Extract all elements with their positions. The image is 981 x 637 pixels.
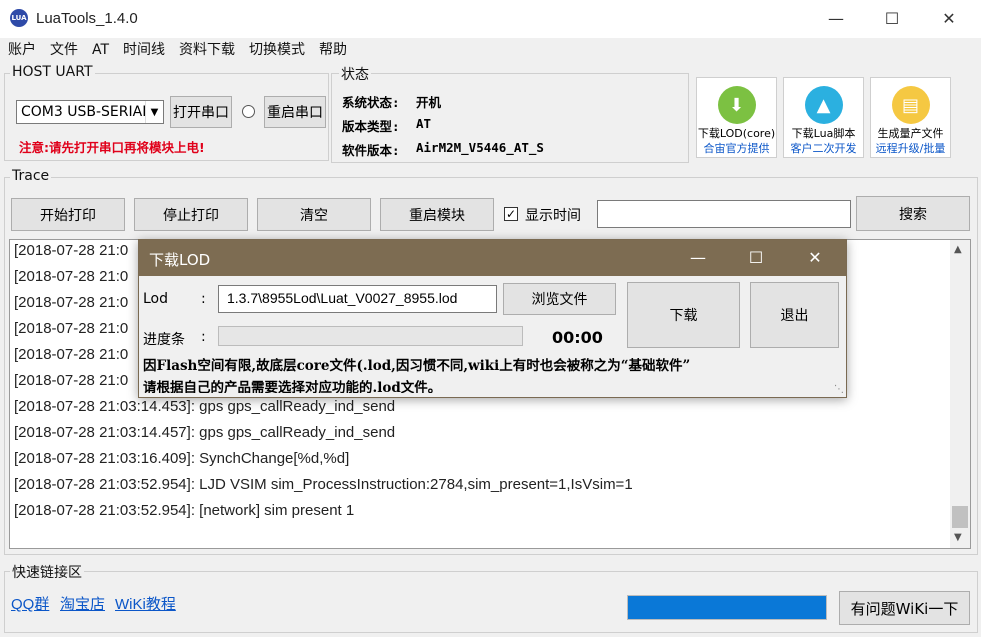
chevron-down-icon[interactable]: ▼ — [145, 101, 163, 123]
download-lod-sublabel: 合宙官方提供 — [703, 142, 770, 155]
menu-timeline[interactable]: 时间线 — [115, 38, 171, 62]
dialog-progress-bar — [218, 326, 523, 346]
menu-bar: 账户 文件 AT 时间线 资料下载 切换模式 帮助 — [0, 38, 981, 62]
document-icon: ▤ — [891, 86, 930, 124]
resize-grip-icon[interactable]: ⋱ — [834, 384, 844, 395]
wiki-link[interactable]: WiKi教程 — [115, 593, 176, 614]
progress-label: 进度条 — [143, 332, 185, 348]
restart-port-button[interactable]: 重启串口 — [264, 96, 326, 128]
taobao-link[interactable]: 淘宝店 — [60, 593, 105, 614]
host-uart-label: HOST UART — [10, 64, 95, 80]
status-value-system: 开机 — [416, 95, 442, 110]
status-value-software: AirM2M_V5446_AT_S — [416, 140, 544, 155]
log-line: [2018-07-28 21:03:52.954]: [network] sim… — [14, 502, 355, 519]
dialog-note: 因Flash空间有限,故底层core文件(.lod,因习惯不同,wiki上有时也… — [143, 355, 843, 393]
menu-file[interactable]: 文件 — [42, 38, 84, 62]
download-lod-button[interactable]: ⬇ 下载LOD(core) 合宙官方提供 — [696, 77, 777, 158]
restart-module-button[interactable]: 重启模块 — [380, 198, 494, 231]
lod-colon: : — [201, 291, 206, 307]
menu-switch-mode[interactable]: 切换模式 — [241, 38, 311, 62]
menu-account[interactable]: 账户 — [0, 38, 42, 62]
trace-label: Trace — [10, 168, 52, 184]
port-radio[interactable] — [242, 105, 255, 118]
dialog-note-line: 请根据自己的产品需要选择对应功能的.lod文件。 — [143, 380, 442, 393]
download-lod-label: 下载LOD(core) — [697, 127, 776, 140]
dialog-close-icon[interactable]: ✕ — [786, 240, 844, 276]
dialog-title: 下载LOD — [149, 251, 211, 269]
download-timer: 00:00 — [552, 328, 603, 347]
clear-button[interactable]: 清空 — [257, 198, 371, 231]
log-line: [2018-07-28 21:03:52.954]: LJD VSIM sim_… — [14, 476, 633, 493]
quick-links-label: 快速链接区 — [10, 562, 84, 582]
minimize-icon[interactable]: — — [808, 0, 864, 38]
download-button[interactable]: 下载 — [627, 282, 740, 348]
dialog-minimize-icon[interactable]: — — [669, 240, 727, 276]
show-time-checkbox[interactable]: ✓ — [504, 207, 518, 221]
start-print-button[interactable]: 开始打印 — [11, 198, 125, 231]
dialog-note-line: 因Flash空间有限,故底层core文件(.lod,因习惯不同,wiki上有时也… — [143, 358, 691, 374]
app-logo-icon: LUA — [10, 9, 28, 27]
progress-colon: : — [201, 329, 206, 345]
generate-production-sublabel: 远程升级/批量 — [875, 142, 946, 155]
download-lua-sublabel: 客户二次开发 — [790, 142, 857, 155]
lod-path-input[interactable]: 1.3.7\8955Lod\Luat_V0027_8955.lod — [218, 285, 497, 313]
wiki-help-button[interactable]: 有问题WiKi一下 — [839, 591, 970, 625]
scroll-up-icon[interactable]: ▲ — [954, 244, 962, 255]
maximize-icon[interactable]: ☐ — [864, 0, 920, 38]
port-select-value: COM3 USB-SERIAL — [21, 104, 150, 120]
search-button[interactable]: 搜索 — [856, 196, 970, 231]
window-title: LuaTools_1.4.0 — [36, 10, 138, 27]
download-lua-button[interactable]: ▲ 下载Lua脚本 客户二次开发 — [783, 77, 864, 158]
show-time-label: 显示时间 — [525, 208, 581, 224]
script-upload-icon: ▲ — [804, 86, 843, 124]
search-input[interactable] — [597, 200, 851, 228]
generate-production-label: 生成量产文件 — [877, 127, 944, 140]
menu-help[interactable]: 帮助 — [311, 38, 353, 62]
status-key-version-type: 版本类型: — [342, 119, 400, 134]
exit-button[interactable]: 退出 — [750, 282, 839, 348]
main-progress-fill — [628, 596, 826, 619]
menu-at[interactable]: AT — [84, 38, 115, 62]
status-key-system: 系统状态: — [342, 95, 400, 110]
scroll-thumb[interactable] — [952, 506, 968, 528]
status-key-software: 软件版本: — [342, 143, 400, 158]
log-line: [2018-07-28 21:03:16.409]: SynchChange[%… — [14, 450, 350, 467]
stop-print-button[interactable]: 停止打印 — [134, 198, 248, 231]
title-bar: LUA LuaTools_1.4.0 — ☐ ✕ — [0, 0, 981, 38]
dialog-title-bar: 下载LOD — ☐ ✕ — [139, 240, 846, 276]
generate-production-button[interactable]: ▤ 生成量产文件 远程升级/批量 — [870, 77, 951, 158]
open-port-button[interactable]: 打开串口 — [170, 96, 232, 128]
status-label: 状态 — [339, 64, 371, 84]
dialog-maximize-icon[interactable]: ☐ — [727, 240, 785, 276]
download-lua-label: 下载Lua脚本 — [791, 127, 856, 140]
download-lod-dialog: 下载LOD — ☐ ✕ Lod : 1.3.7\8955Lod\Luat_V00… — [138, 239, 847, 398]
port-warning: 注意:请先打开串口再将模块上电! — [19, 140, 205, 155]
lod-label: Lod — [143, 291, 169, 307]
port-select[interactable]: COM3 USB-SERIAL ▼ — [16, 100, 164, 124]
main-progress-bar — [627, 595, 827, 620]
browse-file-button[interactable]: 浏览文件 — [503, 283, 616, 315]
menu-downloads[interactable]: 资料下载 — [171, 38, 241, 62]
log-line: [2018-07-28 21:03:14.457]: gps gps_callR… — [14, 424, 396, 441]
download-arrow-icon: ⬇ — [717, 86, 756, 124]
status-value-version-type: AT — [416, 116, 432, 131]
qq-group-link[interactable]: QQ群 — [11, 593, 49, 614]
close-icon[interactable]: ✕ — [921, 0, 977, 38]
scroll-down-icon[interactable]: ▼ — [954, 532, 962, 543]
log-scrollbar[interactable]: ▲ ▼ — [950, 240, 970, 548]
